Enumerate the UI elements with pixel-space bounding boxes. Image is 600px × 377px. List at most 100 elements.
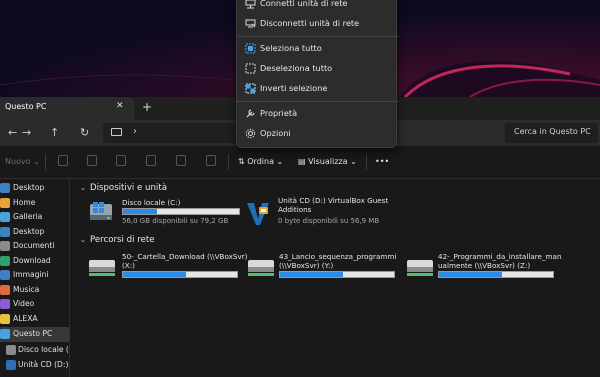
view-button[interactable]: ▤ Visualizza ⌄ xyxy=(298,157,357,166)
navigation-pane: Desktop Home Galleria Desktop Documenti … xyxy=(0,179,70,377)
menu-item-invert-selection[interactable]: Inverti selezione xyxy=(237,79,398,99)
sidebar-item-download[interactable]: Download xyxy=(0,254,69,269)
more-options-menu: Connetti unità di rete Disconnetti unità… xyxy=(236,0,398,148)
drive-item-c[interactable]: Disco locale (C:) 56,0 GB disponibili su… xyxy=(88,197,248,229)
search-placeholder: Cerca in Questo PC xyxy=(514,127,591,136)
forward-button[interactable]: → xyxy=(22,126,31,139)
network-drive-letter: (X:) xyxy=(122,261,135,270)
network-drive-name: 43_Lancio_sequenza_programmi xyxy=(279,252,397,261)
menu-item-deselect-all[interactable]: Deseleziona tutto xyxy=(237,59,398,79)
properties-icon xyxy=(246,109,255,118)
sort-label: Ordina xyxy=(247,157,274,166)
menu-item-disconnect-network-drive[interactable]: Disconnetti unità di rete xyxy=(237,14,398,34)
cut-icon[interactable] xyxy=(58,155,68,166)
sidebar-item-video[interactable]: Video xyxy=(0,297,69,312)
menu-item-label: Connetti unità di rete xyxy=(260,0,348,8)
menu-item-label: Proprietà xyxy=(260,108,298,118)
up-button[interactable]: ↑ xyxy=(50,126,59,139)
back-button[interactable]: ← xyxy=(8,126,17,139)
sidebar-item-label: Immagini xyxy=(13,270,49,279)
new-label: Nuovo xyxy=(5,157,31,166)
breadcrumb-chevron-icon[interactable]: › xyxy=(133,126,137,137)
sidebar-item-music[interactable]: Musica xyxy=(0,283,69,298)
rename-icon[interactable] xyxy=(146,155,156,166)
cd-name-line2: Additions xyxy=(278,205,312,214)
download-icon xyxy=(0,256,10,266)
cd-drive-icon xyxy=(6,360,16,370)
folder-icon xyxy=(0,314,10,324)
sidebar-item-documents[interactable]: Documenti xyxy=(0,239,69,254)
new-button[interactable]: Nuovo ⌄ xyxy=(5,157,40,166)
sidebar-item-desktop[interactable]: Desktop xyxy=(0,181,69,196)
refresh-button[interactable]: ↻ xyxy=(80,126,89,139)
delete-icon[interactable] xyxy=(206,155,216,166)
share-icon[interactable] xyxy=(176,155,186,166)
sidebar-item-alexa[interactable]: ALEXA xyxy=(0,312,69,327)
drive-usage-bar xyxy=(122,208,240,215)
drive-usage-fill xyxy=(123,272,186,277)
network-drive-icon xyxy=(248,260,274,276)
menu-separator xyxy=(237,36,398,37)
network-drive-icon xyxy=(89,260,115,276)
content-pane: ⌄ Dispositivi e unità Disco locale (C:) 5… xyxy=(72,179,600,377)
network-drive-name: 42-_Programmi_da_installare_man xyxy=(438,252,562,261)
drive-item-cd[interactable]: Unità CD (D:) VirtualBox Guest Additions… xyxy=(244,195,414,231)
pc-icon xyxy=(0,329,10,339)
drive-name: Disco locale (C:) xyxy=(122,198,181,207)
windows-drive-icon xyxy=(90,202,112,220)
drive-usage-bar xyxy=(122,271,238,278)
menu-item-label: Inverti selezione xyxy=(260,83,328,93)
sidebar-item-gallery[interactable]: Galleria xyxy=(0,210,69,225)
network-drive-letter: (\\VBoxSvr) (Y:) xyxy=(279,261,334,270)
home-icon xyxy=(0,198,10,208)
sidebar-item-this-pc[interactable]: Questo PC xyxy=(0,327,69,342)
sidebar-item-cd-drive[interactable]: Unità CD (D:) V xyxy=(0,358,69,373)
sidebar-item-label: Video xyxy=(13,299,35,308)
music-icon xyxy=(0,285,10,295)
network-drive-letter: ualmente (\\VBoxSvr) (Z:) xyxy=(438,261,531,270)
sidebar-item-pictures[interactable]: Immagini xyxy=(0,268,69,283)
video-icon xyxy=(0,299,10,309)
new-tab-button[interactable]: + xyxy=(142,100,152,114)
separator xyxy=(228,154,229,170)
menu-item-map-network-drive[interactable]: Connetti unità di rete xyxy=(237,0,398,14)
close-tab-icon[interactable]: ✕ xyxy=(116,101,124,111)
more-options-button[interactable]: ••• xyxy=(375,157,389,166)
network-drive-x[interactable]: 50-_Cartella_Download (\\VBoxSvr) (X:) xyxy=(88,251,248,281)
separator xyxy=(45,154,46,170)
command-bar: Nuovo ⌄ ⇅ Ordina ⌄ ▤ Visualizza ⌄ ••• xyxy=(0,146,600,179)
section-title: Dispositivi e unità xyxy=(90,183,167,193)
tab-title: Questo PC xyxy=(5,102,47,111)
file-explorer-window: Questo PC ✕ + ← → ↑ ↻ › Cerca in Questo … xyxy=(0,0,600,377)
menu-item-label: Seleziona tutto xyxy=(260,43,322,53)
sort-button[interactable]: ⇅ Ordina ⌄ xyxy=(238,157,283,166)
view-label: Visualizza xyxy=(308,157,348,166)
network-drive-name: 50-_Cartella_Download (\\VBoxSvr) xyxy=(122,252,248,261)
sidebar-item-label: Musica xyxy=(13,285,40,294)
menu-item-select-all[interactable]: Seleziona tutto xyxy=(237,39,398,59)
sidebar-item-label: ALEXA xyxy=(13,314,38,323)
menu-item-options[interactable]: Opzioni xyxy=(237,124,398,144)
search-input[interactable]: Cerca in Questo PC xyxy=(505,123,598,143)
sidebar-item-home[interactable]: Home xyxy=(0,196,69,211)
gallery-icon xyxy=(0,212,10,222)
tab-questo-pc[interactable]: Questo PC ✕ xyxy=(0,97,134,120)
virtualbox-cd-icon xyxy=(247,203,269,225)
copy-icon[interactable] xyxy=(87,155,97,166)
sidebar-item-label: Questo PC xyxy=(13,329,53,338)
documents-icon xyxy=(0,241,10,251)
sidebar-item-label: Documenti xyxy=(13,241,55,250)
network-drive-y[interactable]: 43_Lancio_sequenza_programmi (\\VBoxSvr)… xyxy=(247,251,405,281)
network-drive-icon xyxy=(407,260,433,276)
menu-item-properties[interactable]: Proprietà xyxy=(237,104,398,124)
devices-section-header[interactable]: ⌄ Dispositivi e unità xyxy=(80,183,167,193)
paste-icon[interactable] xyxy=(116,155,126,166)
network-section-header[interactable]: ⌄ Percorsi di rete xyxy=(80,235,154,245)
options-icon xyxy=(245,128,256,139)
sidebar-item-desktop[interactable]: Desktop xyxy=(0,225,69,240)
sidebar-item-local-disk[interactable]: Disco locale (C xyxy=(0,343,69,358)
network-drive-z[interactable]: 42-_Programmi_da_installare_man ualmente… xyxy=(406,251,564,281)
menu-item-label: Deseleziona tutto xyxy=(260,63,333,73)
drive-usage-bar xyxy=(279,271,395,278)
drive-space: 56,0 GB disponibili su 79,2 GB xyxy=(122,217,229,225)
